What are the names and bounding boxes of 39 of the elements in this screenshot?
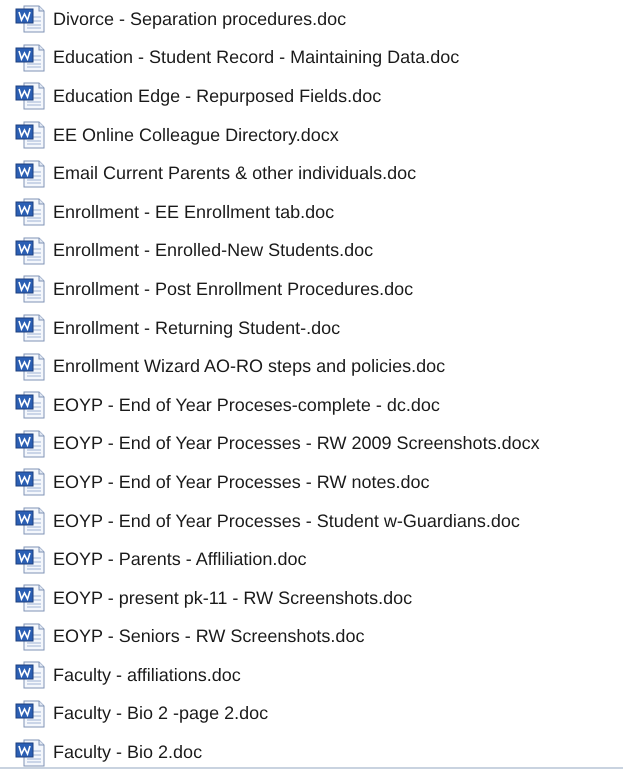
file-name[interactable]: Faculty - Bio 2.doc: [53, 742, 202, 764]
word-document-icon: [15, 430, 45, 458]
word-document-icon: [15, 314, 45, 342]
file-name[interactable]: EOYP - End of Year Processes - RW 2009 Screenshots.docx: [53, 433, 540, 454]
file-name[interactable]: Email Current Parents & other individuals.doc: [53, 163, 416, 184]
word-document-icon: [15, 468, 45, 496]
word-document-icon: [15, 391, 45, 420]
word-document-icon: [15, 44, 45, 72]
word-document-icon: [15, 546, 45, 574]
word-document-icon: [15, 198, 45, 226]
file-name[interactable]: Faculty - Bio 2 -page 2.doc: [53, 703, 268, 724]
word-document-icon: [15, 700, 45, 728]
file-name[interactable]: Faculty - affiliations.doc: [53, 664, 241, 686]
file-name[interactable]: EOYP - End of Year Processes - Student w-Guardians.doc: [53, 510, 520, 532]
word-document-icon: [15, 352, 45, 381]
word-document-icon: [15, 622, 45, 651]
word-document-icon: [15, 5, 45, 34]
word-document-icon: [15, 661, 45, 690]
file-name[interactable]: Enrollment - EE Enrollment tab.doc: [53, 202, 334, 223]
word-document-icon: [15, 584, 45, 612]
file-name[interactable]: Enrollment - Returning Student-.doc: [53, 318, 340, 339]
file-name[interactable]: EOYP - Parents - Affliliation.doc: [53, 549, 306, 570]
word-document-icon: [15, 507, 45, 536]
file-name[interactable]: EOYP - Seniors - RW Screenshots.doc: [53, 626, 364, 648]
word-document-icon: [15, 275, 45, 304]
word-document-icon: [15, 82, 45, 110]
file-name[interactable]: Education - Student Record - Maintaining Data.doc: [53, 47, 460, 68]
word-document-icon: [15, 121, 45, 150]
file-name[interactable]: Enrollment - Enrolled-New Students.doc: [53, 240, 374, 262]
file-name[interactable]: Divorce - Separation procedures.doc: [53, 8, 346, 30]
file-name[interactable]: Enrollment Wizard AO-RO steps and policies.doc: [53, 356, 446, 378]
word-document-icon: [15, 236, 45, 265]
file-name[interactable]: Enrollment - Post Enrollment Procedures.doc: [53, 278, 414, 300]
word-document-icon: [15, 160, 45, 188]
file-name[interactable]: EOYP - present pk-11 - RW Screenshots.doc: [53, 588, 412, 609]
file-name[interactable]: EE Online Colleague Directory.docx: [53, 124, 339, 146]
file-name[interactable]: EOYP - End of Year Processes - RW notes.doc: [53, 472, 430, 493]
file-name[interactable]: EOYP - End of Year Proceses-complete - dc.doc: [53, 394, 440, 416]
file-name[interactable]: Education Edge - Repurposed Fields.doc: [53, 86, 382, 107]
